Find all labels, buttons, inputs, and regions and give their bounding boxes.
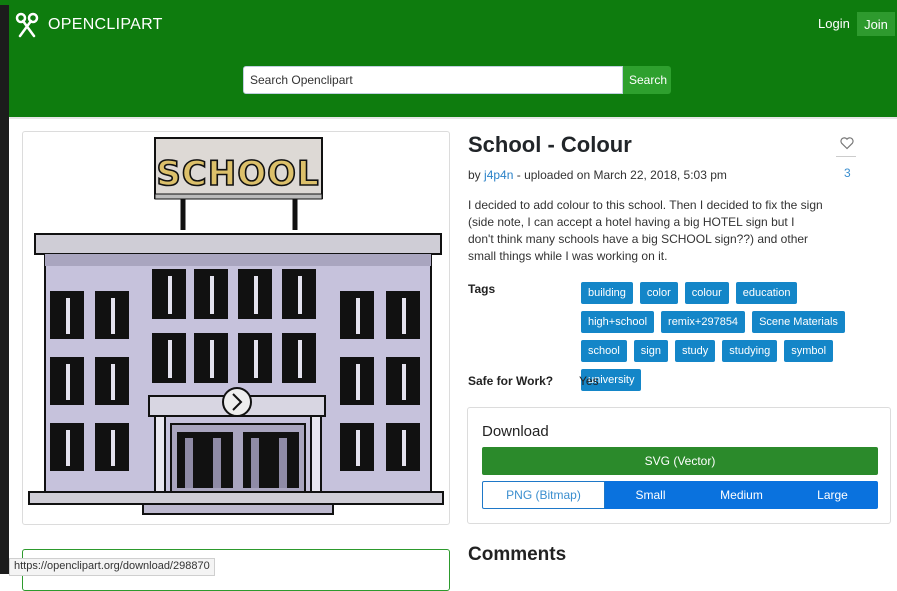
- download-title: Download: [482, 423, 549, 440]
- search-form: Search: [243, 66, 671, 94]
- tag-scene-materials[interactable]: Scene Materials: [752, 311, 845, 333]
- download-medium-button[interactable]: Medium: [696, 481, 787, 509]
- author-link[interactable]: j4p4n: [484, 168, 513, 182]
- byline: by j4p4n - uploaded on March 22, 2018, 5…: [468, 168, 727, 182]
- tag-studying[interactable]: studying: [722, 340, 778, 362]
- navbar-bottom-edge: [0, 117, 897, 119]
- scissors-icon: [15, 12, 39, 38]
- login-link[interactable]: Login: [818, 16, 850, 31]
- clipart-title: School - Colour: [468, 132, 632, 157]
- clipart-description: I decided to add colour to this school. …: [468, 198, 823, 263]
- png-download-group: PNG (Bitmap) Small Medium Large: [482, 481, 878, 509]
- download-svg-button[interactable]: SVG (Vector): [482, 447, 878, 475]
- search-input[interactable]: [243, 66, 623, 94]
- tag-high-school[interactable]: high+school: [581, 311, 655, 333]
- comments-heading: Comments: [468, 544, 567, 565]
- tag-remix[interactable]: remix+297854: [661, 311, 746, 333]
- brand-name: OPENCLIPART: [48, 16, 163, 33]
- tag-list: building color colour education high+sch…: [581, 282, 873, 391]
- favorites-count: 3: [844, 166, 851, 180]
- tag-school[interactable]: school: [581, 340, 627, 362]
- tags-label: Tags: [468, 282, 496, 296]
- tag-symbol[interactable]: symbol: [784, 340, 834, 362]
- tag-education[interactable]: education: [735, 282, 798, 304]
- tag-color[interactable]: color: [639, 282, 678, 304]
- favorite-divider: [836, 156, 856, 157]
- download-small-button[interactable]: Small: [605, 481, 696, 509]
- png-bitmap-label: PNG (Bitmap): [482, 481, 605, 509]
- tag-building[interactable]: building: [581, 282, 633, 304]
- sfw-label: Safe for Work?: [468, 374, 554, 388]
- byline-prefix: by: [468, 168, 481, 182]
- search-button[interactable]: Search: [623, 66, 671, 94]
- upload-date: - uploaded on March 22, 2018, 5:03 pm: [516, 168, 727, 182]
- school-illustration: SCHOOL: [28, 137, 444, 515]
- window-left-edge: [0, 5, 9, 574]
- clipart-preview-card: SCHOOL: [22, 131, 450, 525]
- download-large-button[interactable]: Large: [787, 481, 878, 509]
- status-bar-url: https://openclipart.org/download/298870: [9, 558, 215, 576]
- tag-study[interactable]: study: [674, 340, 716, 362]
- tag-colour[interactable]: colour: [684, 282, 729, 304]
- sfw-value: Yes: [579, 374, 599, 388]
- brand-logo-link[interactable]: OPENCLIPART: [14, 12, 163, 38]
- school-sign-text: SCHOOL: [156, 154, 319, 194]
- join-button[interactable]: Join: [857, 12, 895, 36]
- tag-sign[interactable]: sign: [633, 340, 668, 362]
- heart-icon[interactable]: [840, 136, 854, 150]
